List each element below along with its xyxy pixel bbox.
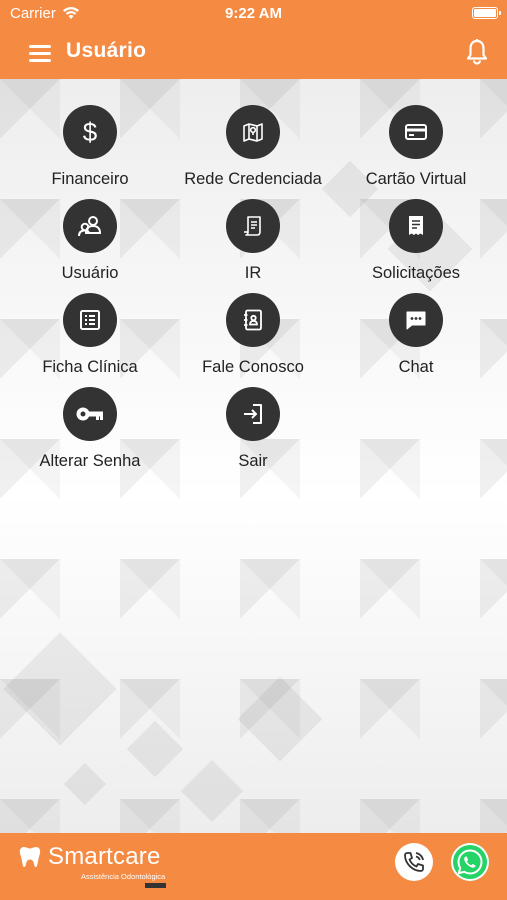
dollar-icon: $ bbox=[63, 105, 117, 159]
menu-item-label: Cartão Virtual bbox=[365, 170, 467, 188]
exit-icon bbox=[226, 387, 280, 441]
tooth-icon bbox=[19, 847, 41, 868]
menu-item-solicitacoes[interactable]: Solicitações bbox=[336, 199, 496, 289]
brand-tagline: Assistência Odontológica bbox=[81, 872, 166, 881]
clock: 9:22 AM bbox=[225, 5, 282, 22]
menu-item-label: Financeiro bbox=[51, 170, 129, 188]
menu-item-label: Ficha Clínica bbox=[42, 358, 138, 376]
menu-item-label: Rede Credenciada bbox=[184, 170, 322, 188]
app-header: Usuário bbox=[0, 28, 507, 79]
menu-item-label: Solicitações bbox=[371, 264, 461, 282]
svg-text:$: $ bbox=[83, 117, 98, 147]
chat-icon bbox=[389, 293, 443, 347]
whatsapp-button[interactable] bbox=[451, 843, 489, 881]
brand-name: Smartcare bbox=[48, 843, 161, 870]
menu-item-ficha-clinica[interactable]: Ficha Clínica bbox=[10, 293, 170, 383]
footer: Smartcare Assistência Odontológica bbox=[0, 833, 507, 900]
ans-badge bbox=[145, 883, 166, 888]
page-title: Usuário bbox=[66, 39, 147, 62]
contacts-icon bbox=[226, 293, 280, 347]
phone-icon bbox=[404, 852, 424, 872]
background-shape bbox=[180, 759, 244, 823]
bell-icon[interactable] bbox=[464, 38, 490, 66]
menu-item-label: Sair bbox=[238, 452, 268, 470]
main-content: $ Financeiro Rede Credenciada Cartão Vir… bbox=[0, 79, 507, 833]
menu-item-ir[interactable]: IR bbox=[173, 199, 333, 289]
menu-item-rede-credenciada[interactable]: Rede Credenciada bbox=[173, 105, 333, 195]
status-bar: Carrier 9:22 AM bbox=[0, 0, 507, 28]
menu-item-label: Chat bbox=[398, 358, 434, 376]
credit-card-icon bbox=[389, 105, 443, 159]
menu-item-financeiro[interactable]: $ Financeiro bbox=[10, 105, 170, 195]
menu-item-label: IR bbox=[244, 264, 262, 282]
key-icon bbox=[63, 387, 117, 441]
menu-item-label: Fale Conosco bbox=[202, 358, 304, 376]
receipt-icon bbox=[389, 199, 443, 253]
menu-item-usuario[interactable]: Usuário bbox=[10, 199, 170, 289]
battery-icon bbox=[472, 7, 501, 19]
list-icon bbox=[63, 293, 117, 347]
user-icon bbox=[63, 199, 117, 253]
brand-logo: Smartcare Assistência Odontológica bbox=[18, 843, 178, 888]
menu-item-chat[interactable]: Chat bbox=[336, 293, 496, 383]
menu-item-label: Usuário bbox=[61, 264, 119, 282]
menu-item-fale-conosco[interactable]: Fale Conosco bbox=[173, 293, 333, 383]
phone-button[interactable] bbox=[395, 843, 433, 881]
menu-grid: $ Financeiro Rede Credenciada Cartão Vir… bbox=[0, 79, 507, 499]
map-icon bbox=[226, 105, 280, 159]
background-shape bbox=[126, 720, 184, 778]
background-shape bbox=[63, 762, 107, 806]
document-icon bbox=[226, 199, 280, 253]
menu-item-sair[interactable]: Sair bbox=[173, 387, 333, 477]
menu-item-label: Alterar Senha bbox=[39, 452, 141, 470]
background-shape bbox=[3, 632, 117, 746]
background-shape bbox=[237, 676, 323, 762]
whatsapp-icon bbox=[457, 849, 483, 875]
menu-item-alterar-senha[interactable]: Alterar Senha bbox=[10, 387, 170, 477]
hamburger-icon[interactable] bbox=[26, 39, 54, 67]
menu-item-cartao-virtual[interactable]: Cartão Virtual bbox=[336, 105, 496, 195]
